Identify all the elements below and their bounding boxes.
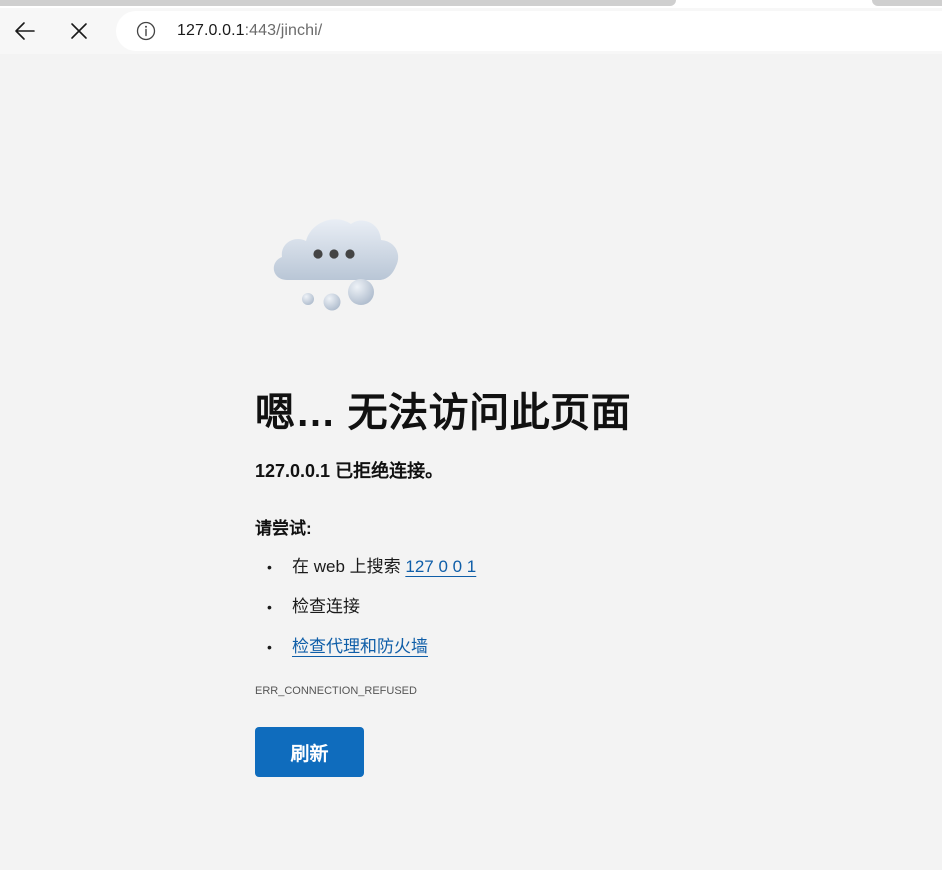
check-proxy-firewall-link[interactable]: 检查代理和防火墙 bbox=[292, 637, 428, 656]
tab-strip-segment bbox=[872, 0, 942, 6]
search-suggestion-text: 在 web 上搜索 bbox=[292, 557, 406, 576]
url-path: :443/jinchi/ bbox=[244, 22, 323, 39]
back-button[interactable] bbox=[8, 14, 42, 48]
error-headline: 嗯… 无法访问此页面 bbox=[255, 391, 632, 435]
error-code: ERR_CONNECTION_REFUSED bbox=[255, 685, 417, 697]
url-text[interactable]: 127.0.0.1:443/jinchi/ bbox=[177, 22, 322, 40]
stop-loading-button[interactable] bbox=[62, 14, 96, 48]
list-bullet: • bbox=[267, 639, 272, 655]
check-connection-text: 检查连接 bbox=[292, 597, 360, 616]
tab-strip bbox=[0, 0, 942, 8]
site-info-button[interactable] bbox=[136, 21, 156, 41]
arrow-left-icon bbox=[15, 22, 35, 40]
url-host: 127.0.0.1 bbox=[177, 22, 245, 39]
info-icon bbox=[136, 21, 156, 41]
cloud-ellipsis-icon bbox=[273, 219, 399, 311]
suggestions-list: • 在 web 上搜索 127 0 0 1 • 检查连接 • 检查代理和防火墙 bbox=[255, 553, 476, 673]
suggestions-heading: 请尝试: bbox=[255, 519, 312, 538]
tab-strip-segment bbox=[0, 0, 676, 6]
list-item: • 检查连接 bbox=[255, 593, 476, 633]
refresh-button[interactable]: 刷新 bbox=[255, 727, 364, 777]
list-bullet: • bbox=[267, 599, 272, 615]
browser-toolbar: 127.0.0.1:443/jinchi/ bbox=[0, 8, 942, 54]
search-web-link[interactable]: 127 0 0 1 bbox=[405, 557, 476, 576]
list-item: • 检查代理和防火墙 bbox=[255, 633, 476, 673]
list-item: • 在 web 上搜索 127 0 0 1 bbox=[255, 553, 476, 593]
error-subtitle: 127.0.0.1 已拒绝连接。 bbox=[255, 461, 444, 481]
list-bullet: • bbox=[267, 559, 272, 575]
address-bar[interactable]: 127.0.0.1:443/jinchi/ bbox=[116, 11, 942, 51]
close-icon bbox=[71, 23, 87, 39]
